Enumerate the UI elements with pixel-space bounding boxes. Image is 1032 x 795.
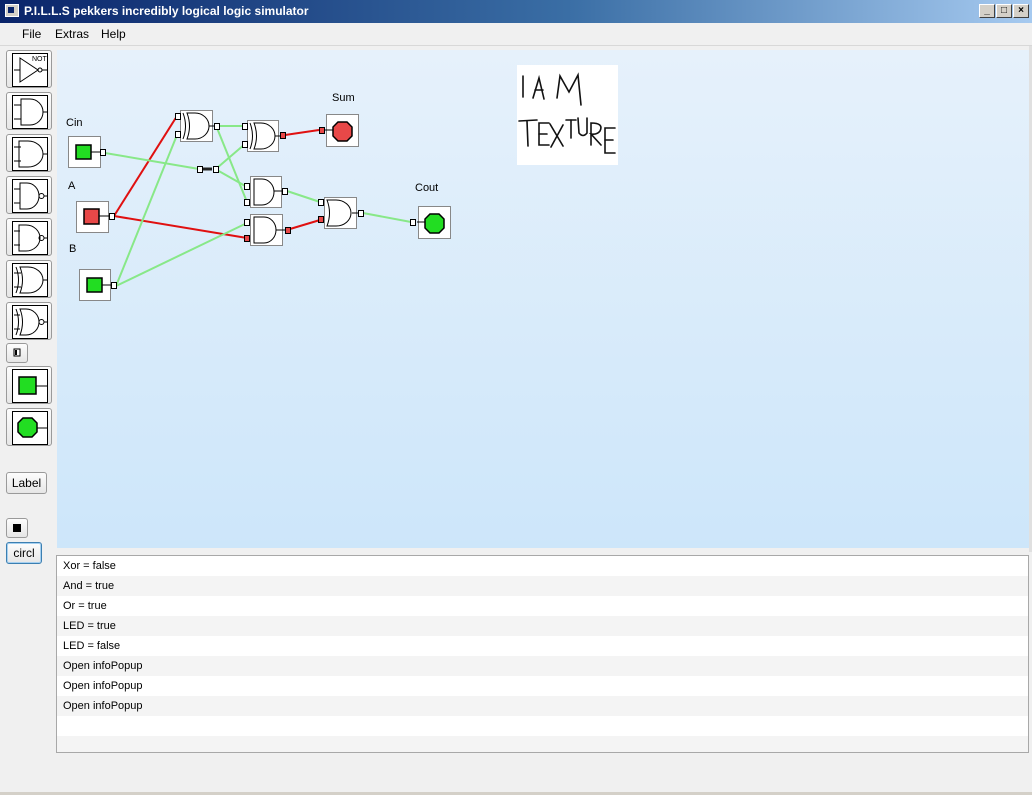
- log-entry: Open infoPopup: [57, 656, 1028, 676]
- menu-help[interactable]: Help: [101, 27, 126, 41]
- nor-gate-icon: [12, 221, 48, 255]
- log-entry: Xor = false: [63, 560, 116, 572]
- window-title: P.I.L.L.S pekkers incredibly logical log…: [24, 4, 309, 18]
- maximize-button[interactable]: □: [996, 4, 1012, 18]
- event-log[interactable]: Xor = false And = true Or = true LED = t…: [56, 555, 1029, 753]
- and-gate-icon: [12, 95, 48, 129]
- wire-and1-or: [286, 190, 321, 203]
- xor-gate-2[interactable]: [242, 120, 286, 152]
- or-gate-icon: [12, 137, 48, 171]
- led-icon: [12, 411, 48, 445]
- node-tool[interactable]: [6, 343, 28, 363]
- minimize-button[interactable]: _: [979, 4, 995, 18]
- wire-xor2-sum: [284, 129, 320, 136]
- input-cin[interactable]: [68, 136, 106, 168]
- input-b[interactable]: [79, 269, 117, 301]
- input-a[interactable]: [76, 201, 115, 233]
- wire-b-xor1: [115, 134, 178, 287]
- and-gate-2[interactable]: [244, 214, 291, 246]
- title-bar: P.I.L.L.S pekkers incredibly logical log…: [0, 0, 1032, 23]
- circle-button[interactable]: circl: [6, 542, 42, 564]
- or-gate-tool[interactable]: [6, 134, 52, 172]
- and-gate-tool[interactable]: [6, 92, 52, 130]
- wire-b-and2: [115, 222, 248, 287]
- wire-a-and2: [113, 215, 248, 239]
- texture-image[interactable]: [517, 65, 618, 165]
- circuit-diagram[interactable]: Sum Cin A B Cout: [57, 50, 1029, 548]
- nor-gate-tool[interactable]: [6, 218, 52, 256]
- log-entry: [57, 736, 1028, 752]
- led-cout[interactable]: [410, 206, 451, 239]
- xor-gate-icon: [12, 263, 48, 297]
- log-entry: [57, 716, 1028, 736]
- close-button[interactable]: ×: [1013, 4, 1029, 18]
- nand-gate-tool[interactable]: [6, 176, 52, 214]
- label-cin[interactable]: Cin: [66, 117, 83, 129]
- label-cout[interactable]: Cout: [415, 182, 438, 194]
- xor-gate-tool[interactable]: [6, 260, 52, 298]
- wire-or-cout: [362, 212, 412, 223]
- log-entry: LED = false: [63, 640, 121, 652]
- input-switch-tool[interactable]: [6, 366, 52, 404]
- led-sum[interactable]: [319, 114, 359, 147]
- wire-and2-or: [289, 219, 321, 230]
- not-label: NOT: [32, 56, 48, 63]
- and-gate-1[interactable]: [244, 176, 288, 208]
- xnor-gate-tool[interactable]: [6, 302, 52, 340]
- not-gate-icon: NOT: [12, 53, 48, 87]
- app-icon[interactable]: [5, 4, 19, 17]
- menu-extras[interactable]: Extras: [55, 27, 89, 41]
- square-icon: [13, 524, 21, 532]
- log-entry: Open infoPopup: [57, 696, 1028, 716]
- xnor-gate-icon: [12, 305, 48, 339]
- log-entry: Open infoPopup: [63, 680, 143, 692]
- label-button[interactable]: Label: [6, 472, 47, 494]
- nand-gate-icon: [12, 179, 48, 213]
- label-a[interactable]: A: [68, 180, 76, 192]
- circuit-canvas[interactable]: Sum Cin A B Cout: [57, 50, 1029, 548]
- square-tool[interactable]: [6, 518, 28, 538]
- wire-a-xor1: [113, 115, 178, 217]
- component-toolbox: NOT Label circl: [0, 46, 56, 795]
- menu-bar: File Extras Help: [0, 23, 1032, 46]
- log-entry: Or = true: [63, 600, 107, 612]
- not-gate-tool[interactable]: NOT: [6, 50, 52, 88]
- label-b[interactable]: B: [69, 243, 76, 255]
- status-bar: [0, 755, 1032, 795]
- log-entry: And = true: [57, 576, 1028, 596]
- input-switch-icon: [12, 369, 48, 403]
- label-sum[interactable]: Sum: [332, 92, 355, 104]
- wire-node-and1: [216, 169, 248, 188]
- or-gate-1[interactable]: [318, 197, 364, 229]
- xor-gate-1[interactable]: [175, 110, 220, 142]
- led-tool[interactable]: [6, 408, 52, 446]
- node-icon: [13, 348, 21, 357]
- junction-node[interactable]: [197, 166, 219, 173]
- log-entry: LED = true: [57, 616, 1028, 636]
- menu-file[interactable]: File: [22, 27, 41, 41]
